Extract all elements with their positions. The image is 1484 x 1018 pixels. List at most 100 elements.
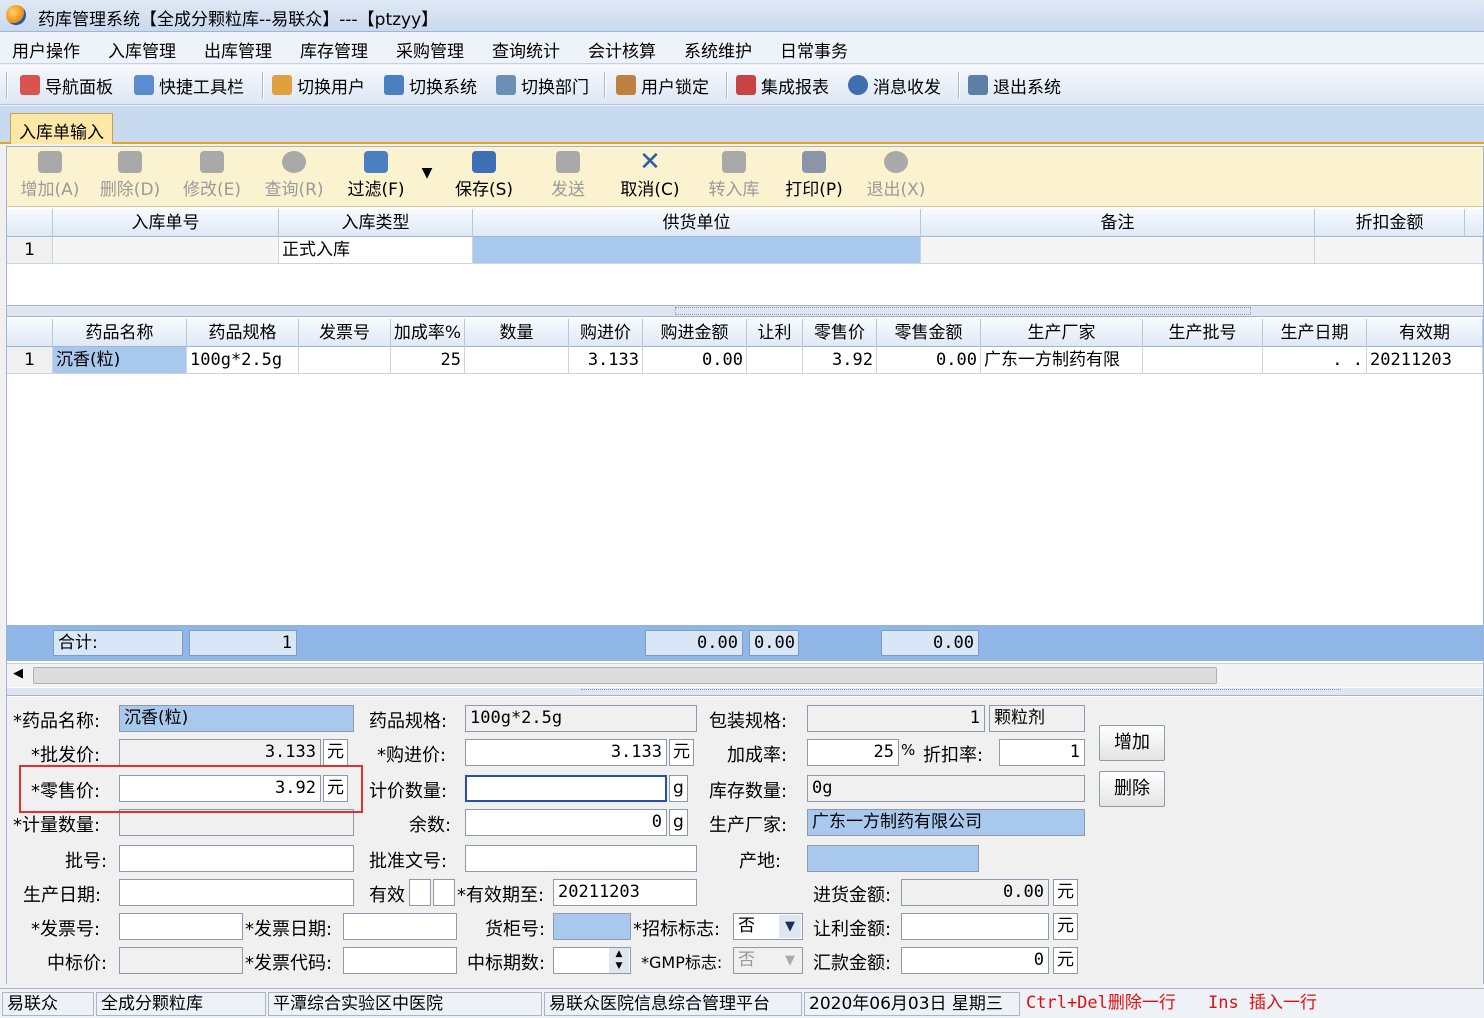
purchase-price-input[interactable]: 3.133	[465, 739, 667, 766]
filter-dropdown-arrow[interactable]: ▼	[417, 165, 437, 181]
cell-markup-rate[interactable]: 25	[391, 347, 465, 374]
col-expiry[interactable]: 有效期	[1367, 319, 1483, 347]
invoice-no-input[interactable]	[119, 913, 243, 940]
valid-to-input[interactable]: 20211203	[553, 879, 697, 906]
switch-department-button[interactable]: 切换部门	[496, 72, 589, 98]
pricing-qty-input[interactable]	[465, 775, 667, 802]
col-entry-type[interactable]: 入库类型	[279, 209, 473, 237]
cell-purchase-price[interactable]: 3.133	[569, 347, 643, 374]
menu-purchase[interactable]: 采购管理	[396, 37, 464, 62]
cell-supplier[interactable]	[473, 237, 921, 264]
quick-toolbar-button[interactable]: 快捷工具栏	[134, 72, 244, 98]
cell-entry-no[interactable]	[53, 237, 279, 264]
delete-item-button[interactable]: 删除	[1099, 771, 1165, 807]
spinner-icon[interactable]: ▲ ▼	[609, 948, 629, 973]
chevron-down-icon[interactable]: ▼	[779, 915, 801, 938]
cabinet-no-input[interactable]	[553, 913, 631, 940]
save-button[interactable]: 保存(S)	[449, 151, 519, 200]
discount-rate-input[interactable]: 1	[999, 739, 1085, 766]
invoice-code-input[interactable]	[343, 947, 457, 974]
drug-name-input[interactable]: 沉香(粒)	[119, 705, 354, 732]
edit-record-button[interactable]: 修改(E)	[177, 151, 247, 200]
col-entry-no[interactable]: 入库单号	[53, 209, 279, 237]
scroll-thumb[interactable]	[33, 667, 1217, 684]
col-supplier[interactable]: 供货单位	[473, 209, 921, 237]
col-markup-rate[interactable]: 加成率%	[391, 319, 465, 347]
tab-stock-in-entry[interactable]: 入库单输入	[10, 113, 113, 144]
cell-drug-spec[interactable]: 100g*2.5g	[187, 347, 299, 374]
cell-batch-no[interactable]	[1143, 347, 1263, 374]
cell-manufacturer[interactable]: 广东一方制药有限	[981, 347, 1143, 374]
menu-query[interactable]: 查询统计	[492, 37, 560, 62]
table-row[interactable]: 1 正式入库	[7, 237, 1483, 265]
pack-qty-input[interactable]: 1	[807, 705, 985, 732]
cell-drug-name[interactable]: 沉香(粒)	[53, 347, 187, 374]
manufacturer-input[interactable]: 广东一方制药有限公司	[807, 809, 1085, 836]
col-note[interactable]: 备注	[921, 209, 1315, 237]
cell-expiry[interactable]: 20211203	[1367, 347, 1483, 374]
cell-discount[interactable]	[1315, 237, 1483, 264]
col-drug-name[interactable]: 药品名称	[53, 319, 187, 347]
filter-button[interactable]: 过滤(F)	[341, 151, 411, 200]
valid-box-2[interactable]	[433, 879, 455, 906]
menu-accounting[interactable]: 会计核算	[588, 37, 656, 62]
cell-retail-price[interactable]: 3.92	[803, 347, 877, 374]
col-retail-price[interactable]: 零售价	[803, 319, 877, 347]
form-splitter[interactable]	[7, 688, 1483, 696]
col-purchase-amount[interactable]: 购进金额	[643, 319, 747, 347]
menu-stock-out[interactable]: 出库管理	[204, 37, 272, 62]
cell-rebate[interactable]	[747, 347, 803, 374]
exit-system-button[interactable]: 退出系统	[968, 72, 1061, 98]
grid-splitter[interactable]	[7, 305, 1483, 317]
print-button[interactable]: 打印(P)	[779, 151, 849, 200]
markup-rate-input[interactable]: 25	[807, 739, 899, 766]
measure-qty-input[interactable]	[119, 809, 354, 836]
switch-system-button[interactable]: 切换系统	[384, 72, 477, 98]
batch-no-input[interactable]	[119, 845, 354, 872]
horizontal-scrollbar[interactable]: ◀	[7, 663, 1483, 687]
approval-no-input[interactable]	[465, 845, 697, 872]
splitter-grip[interactable]	[675, 307, 1251, 315]
exit-button[interactable]: 退出(X)	[861, 151, 931, 200]
reports-button[interactable]: 集成报表	[736, 72, 829, 98]
delete-record-button[interactable]: 删除(D)	[95, 151, 165, 200]
query-button[interactable]: 查询(R)	[259, 151, 329, 200]
col-drug-spec[interactable]: 药品规格	[187, 319, 299, 347]
cancel-button[interactable]: ✕ 取消(C)	[615, 149, 685, 200]
table-row[interactable]: 1 沉香(粒) 100g*2.5g 25 3.133 0.00 3.92 0.0…	[7, 347, 1483, 375]
col-invoice-no[interactable]: 发票号	[299, 319, 391, 347]
invoice-date-input[interactable]	[343, 913, 457, 940]
messages-button[interactable]: 消息收发	[848, 72, 941, 98]
drug-spec-input[interactable]: 100g*2.5g	[465, 705, 697, 732]
user-lock-button[interactable]: 用户锁定	[616, 72, 709, 98]
col-discount-amount[interactable]: 折扣金额	[1315, 209, 1465, 237]
menu-stock-in[interactable]: 入库管理	[108, 37, 176, 62]
col-purchase-price[interactable]: 购进价	[569, 319, 643, 347]
add-record-button[interactable]: 增加(A)	[15, 151, 85, 200]
bid-price-input[interactable]	[119, 947, 243, 974]
menu-inventory[interactable]: 库存管理	[300, 37, 368, 62]
col-manufacturer[interactable]: 生产厂家	[981, 319, 1143, 347]
wholesale-price-input[interactable]: 3.133	[119, 739, 321, 766]
transfer-in-button[interactable]: 转入库	[699, 151, 769, 200]
cell-quantity[interactable]	[465, 347, 569, 374]
cell-entry-type[interactable]: 正式入库	[279, 237, 473, 264]
nav-panel-button[interactable]: 导航面板	[20, 72, 113, 98]
stock-qty-input[interactable]: 0g	[807, 775, 1085, 802]
cell-retail-amount[interactable]: 0.00	[877, 347, 981, 374]
chevron-down-icon[interactable]: ▼	[779, 949, 801, 972]
cell-note[interactable]	[921, 237, 1315, 264]
add-item-button[interactable]: 增加	[1099, 725, 1165, 761]
switch-user-button[interactable]: 切换用户	[272, 72, 365, 98]
rebate-amount-input[interactable]	[901, 913, 1049, 940]
remit-amount-input[interactable]: 0	[901, 947, 1049, 974]
form-splitter-grip[interactable]	[581, 689, 1341, 694]
col-batch-no[interactable]: 生产批号	[1143, 319, 1263, 347]
pack-unit-input[interactable]: 颗粒剂	[989, 705, 1085, 732]
cell-purchase-amount[interactable]: 0.00	[643, 347, 747, 374]
remainder-input[interactable]: 0	[465, 809, 667, 836]
send-button[interactable]: 发送	[533, 151, 603, 200]
production-date-input[interactable]	[119, 879, 354, 906]
scroll-left-arrow-icon[interactable]: ◀	[13, 666, 23, 681]
col-retail-amount[interactable]: 零售金额	[877, 319, 981, 347]
